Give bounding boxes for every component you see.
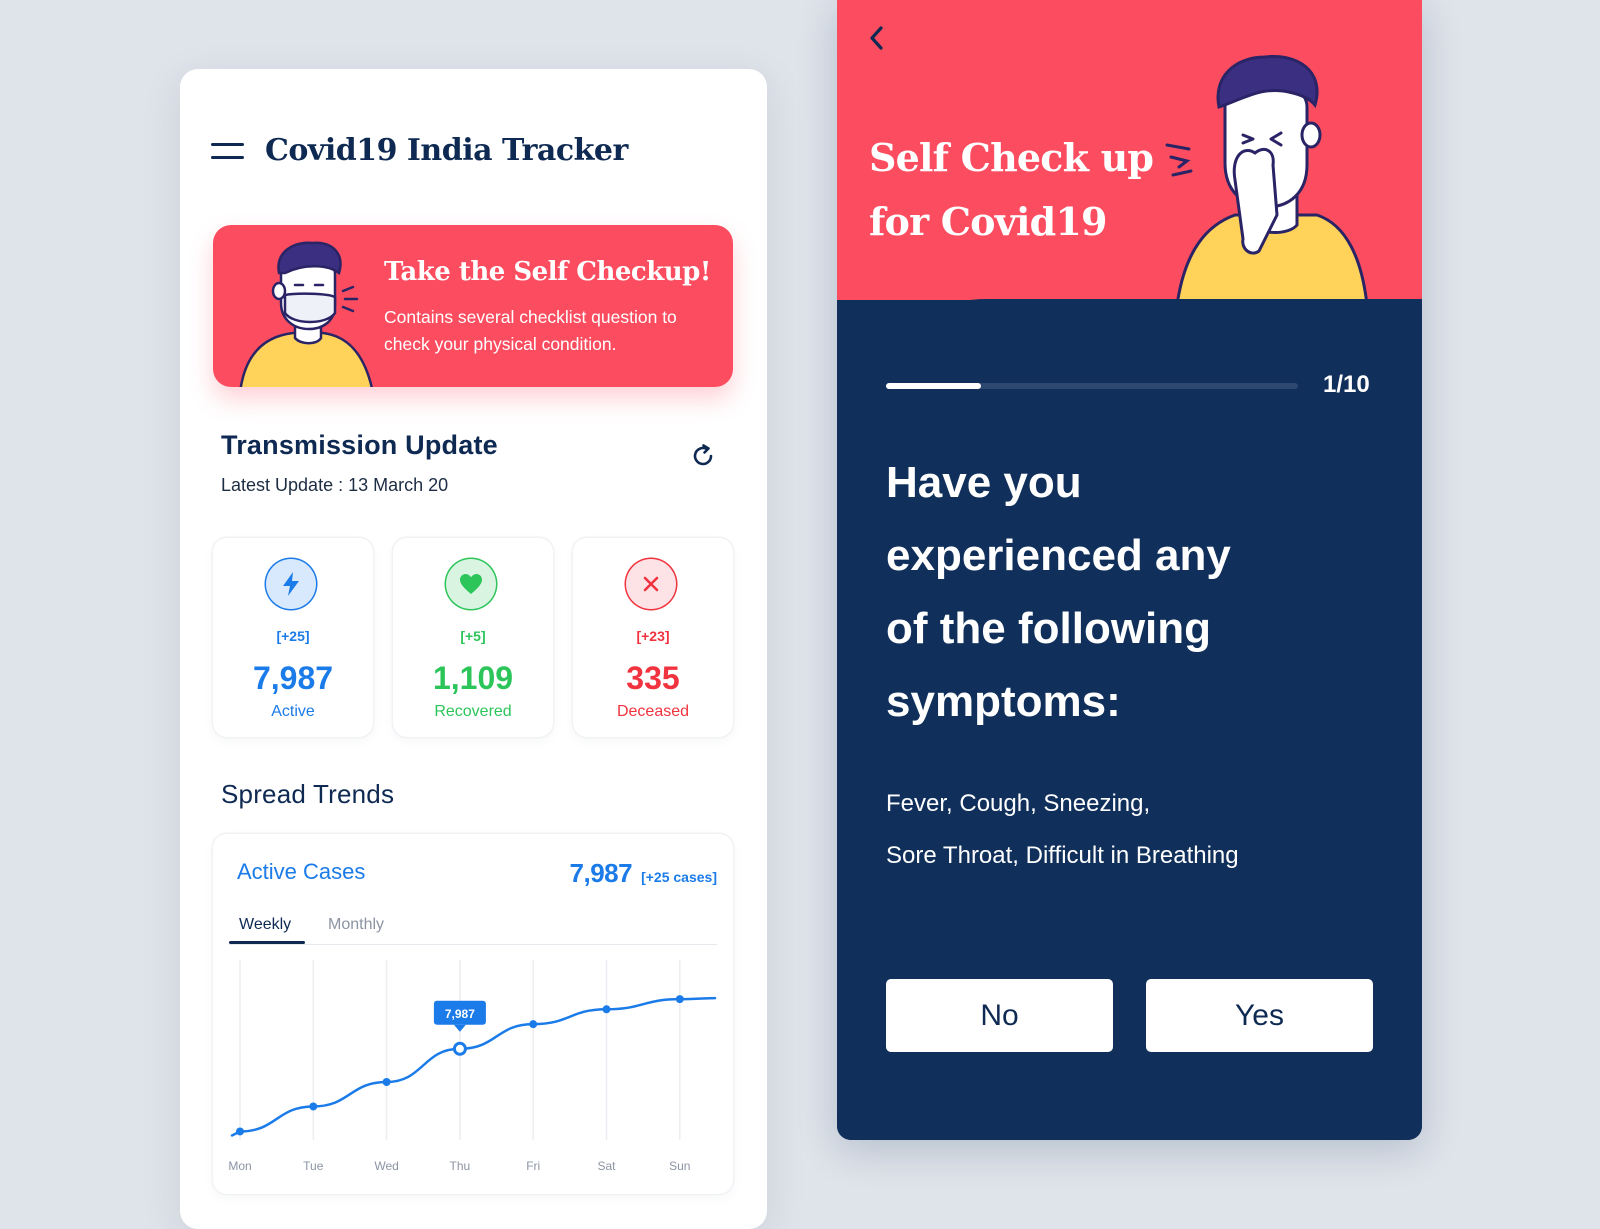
self-checkup-banner[interactable]: Take the Self Checkup! Contains several … — [213, 225, 733, 387]
deceased-delta: [+23] — [636, 628, 670, 644]
hamburger-menu-icon[interactable] — [211, 141, 244, 161]
x-tick-label: Sat — [597, 1159, 616, 1173]
chart-total-note: [+25 cases] — [641, 869, 717, 885]
data-point — [382, 1078, 391, 1086]
back-arrow-icon[interactable] — [865, 24, 889, 52]
data-point — [602, 1005, 611, 1014]
tracker-screen: Covid19 India Tracker Take the Self Chec… — [180, 69, 767, 1229]
symptoms-list: Fever, Cough, Sneezing, Sore Throat, Dif… — [886, 778, 1356, 882]
x-tick-label: Tue — [303, 1159, 324, 1173]
self-check-screen: Self Check up for Covid19 1/10 Have you … — [837, 0, 1422, 1140]
x-tick-label: Fri — [526, 1159, 540, 1173]
data-point — [236, 1127, 244, 1136]
self-check-title-line-2: for Covid19 — [869, 199, 1108, 244]
x-tick-label: Wed — [374, 1159, 398, 1173]
banner-title: Take the Self Checkup! — [384, 257, 711, 287]
question-text: Have you experienced any of the followin… — [886, 446, 1346, 738]
period-tabs: Weekly Monthly — [229, 912, 717, 945]
no-button[interactable]: No — [886, 979, 1113, 1052]
yes-button[interactable]: Yes — [1146, 979, 1373, 1052]
stat-card-deceased[interactable]: [+23] 335 Deceased — [573, 538, 733, 737]
progress-bar — [886, 383, 1298, 389]
banner-description: Contains several checklist question to c… — [384, 307, 677, 354]
refresh-icon[interactable] — [689, 442, 717, 470]
recovered-count: 1,109 — [432, 660, 514, 696]
close-icon — [626, 559, 676, 609]
app-header: Covid19 India Tracker — [211, 133, 628, 168]
active-label: Active — [271, 703, 315, 720]
bolt-icon — [266, 559, 316, 609]
chart-title: Active Cases — [237, 859, 366, 884]
heart-icon — [446, 559, 496, 609]
x-tick-label: Thu — [450, 1159, 471, 1173]
active-delta: [+25] — [276, 628, 310, 644]
deceased-count: 335 — [626, 660, 680, 696]
recovered-label: Recovered — [434, 703, 512, 720]
self-check-title-line-1: Self Check up — [869, 135, 1154, 180]
trend-line-chart: Mon Tue Wed Thu Fri Sat Sun 7,987 — [228, 960, 717, 1173]
question-line: experienced any — [886, 531, 1231, 580]
stat-card-active[interactable]: [+25] 7,987 Active — [213, 538, 373, 737]
data-point — [529, 1020, 538, 1029]
app-title: Covid19 India Tracker — [265, 133, 628, 168]
x-tick-label: Mon — [228, 1159, 251, 1173]
stat-card-recovered[interactable]: [+5] 1,109 Recovered — [393, 538, 553, 737]
masked-person-illustration — [239, 241, 373, 387]
active-count: 7,987 — [252, 660, 334, 696]
chart-total: 7,987 [+25 cases] — [570, 858, 717, 889]
symptoms-line: Sore Throat, Difficult in Breathing — [886, 842, 1239, 869]
question-line: of the following — [886, 604, 1212, 653]
data-point — [309, 1102, 318, 1111]
x-tick-label: Sun — [669, 1159, 690, 1173]
self-check-title: Self Check up for Covid19 — [869, 126, 1169, 254]
symptoms-line: Fever, Cough, Sneezing, — [886, 790, 1151, 817]
deceased-label: Deceased — [616, 703, 690, 720]
question-line: Have you — [886, 458, 1082, 507]
tab-monthly[interactable]: Monthly — [328, 916, 384, 934]
data-point — [675, 995, 684, 1004]
tooltip-pointer — [453, 1024, 466, 1032]
sneezing-person-illustration — [1165, 54, 1368, 301]
spread-trends-title: Spread Trends — [221, 779, 395, 809]
active-cases-chart-card: Active Cases 7,987 [+25 cases] Weekly Mo… — [213, 834, 733, 1194]
tooltip-label: 7,987 — [445, 1007, 475, 1021]
progress-counter: 1/10 — [1323, 371, 1370, 398]
latest-update-text: Latest Update : 13 March 20 — [221, 475, 449, 495]
progress-bar-fill — [886, 383, 981, 389]
data-point-highlight — [452, 1041, 467, 1056]
chart-total-value: 7,987 — [569, 858, 633, 888]
question-line: symptoms: — [886, 677, 1121, 726]
transmission-title: Transmission Update — [221, 430, 498, 460]
recovered-delta: [+5] — [460, 628, 486, 644]
tab-weekly[interactable]: Weekly — [239, 916, 291, 934]
